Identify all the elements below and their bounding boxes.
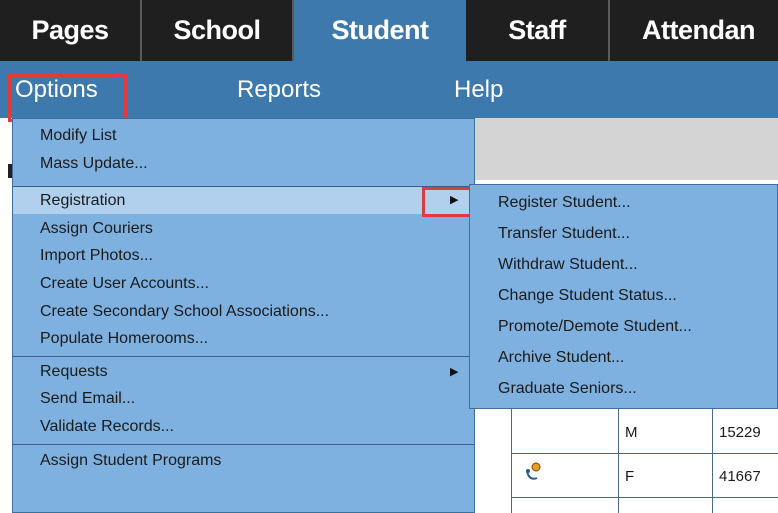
menu-item-populate-homerooms[interactable]: Populate Homerooms... <box>13 325 474 352</box>
menu-item-label: Promote/Demote Student... <box>498 317 692 335</box>
menu-item-mass-update[interactable]: Mass Update... <box>13 150 474 177</box>
menu-help[interactable]: Help <box>454 61 503 118</box>
menu-item-label: Transfer Student... <box>498 224 630 242</box>
menu-item-label: Change Student Status... <box>498 286 677 304</box>
menu-reports[interactable]: Reports <box>237 61 321 118</box>
menu-item-modify-list[interactable]: Modify List <box>13 122 474 149</box>
tab-staff-label: Staff <box>508 15 566 45</box>
menu-item-label: Create User Accounts... <box>40 274 209 292</box>
menu-item-withdraw-student[interactable]: Withdraw Student... <box>470 251 777 278</box>
menu-help-label: Help <box>454 75 504 103</box>
menu-item-label: Send Email... <box>40 389 136 407</box>
menu-item-create-secondary-school-associations[interactable]: Create Secondary School Associations... <box>13 298 474 325</box>
menu-item-label: Withdraw Student... <box>498 255 638 273</box>
table-cell-gender: F <box>625 468 635 485</box>
menu-separator <box>13 444 474 445</box>
submenu-arrow-icon: ▶ <box>450 366 459 378</box>
menu-item-label: Registration <box>40 191 126 209</box>
tab-attendance-label: Attendan <box>642 15 756 45</box>
table-cell-id: 15229 <box>719 424 761 441</box>
tab-student-label: Student <box>331 15 430 45</box>
tab-attendance[interactable]: Attendan <box>610 0 778 61</box>
menu-item-label: Mass Update... <box>40 154 148 172</box>
menu-item-label: Graduate Seniors... <box>498 379 637 397</box>
menu-item-assign-student-programs[interactable]: Assign Student Programs <box>13 447 474 474</box>
menu-item-label: Requests <box>40 362 108 380</box>
menu-item-assign-couriers[interactable]: Assign Couriers <box>13 215 474 242</box>
menu-item-registration[interactable]: Registration ▶ <box>13 187 474 214</box>
menu-item-import-photos[interactable]: Import Photos... <box>13 242 474 269</box>
tab-school[interactable]: School <box>142 0 294 61</box>
student-status-icon <box>526 462 541 480</box>
table-divider <box>511 453 778 454</box>
menu-item-send-email[interactable]: Send Email... <box>13 385 474 412</box>
top-tab-bar: Pages School Student Staff Attendan <box>0 0 778 61</box>
tab-staff[interactable]: Staff <box>466 0 610 61</box>
menu-item-requests[interactable]: Requests ▶ <box>13 358 474 385</box>
menu-item-label: Archive Student... <box>498 348 625 366</box>
menu-item-label: Validate Records... <box>40 417 174 435</box>
submenu-arrow-highlight-box <box>422 187 472 217</box>
menu-item-label: Register Student... <box>498 193 631 211</box>
menu-reports-label: Reports <box>237 75 322 103</box>
menu-item-create-user-accounts[interactable]: Create User Accounts... <box>13 270 474 297</box>
menu-item-promote-demote-student[interactable]: Promote/Demote Student... <box>470 313 777 340</box>
tab-school-label: School <box>173 15 261 45</box>
menu-item-graduate-seniors[interactable]: Graduate Seniors... <box>470 375 777 402</box>
background-panel <box>475 118 778 180</box>
menu-separator <box>13 356 474 357</box>
menu-item-label: Assign Student Programs <box>40 451 222 469</box>
menu-item-label: Assign Couriers <box>40 219 153 237</box>
menu-item-transfer-student[interactable]: Transfer Student... <box>470 220 777 247</box>
table-cell-id: 41667 <box>719 468 761 485</box>
menu-item-validate-records[interactable]: Validate Records... <box>13 413 474 440</box>
menu-item-label: Modify List <box>40 126 117 144</box>
background-table: M 15229 F 41667 <box>475 409 778 513</box>
tab-pages[interactable]: Pages <box>0 0 142 61</box>
registration-submenu: Register Student... Transfer Student... … <box>469 184 778 409</box>
tab-student[interactable]: Student <box>294 0 466 61</box>
table-cell-gender: M <box>625 424 638 441</box>
menu-item-register-student[interactable]: Register Student... <box>470 189 777 216</box>
menu-item-label: Populate Homerooms... <box>40 329 209 347</box>
options-highlight-box <box>8 74 127 122</box>
tab-pages-label: Pages <box>31 15 109 45</box>
menu-item-archive-student[interactable]: Archive Student... <box>470 344 777 371</box>
options-dropdown: Modify List Mass Update... Registration … <box>12 118 475 513</box>
menu-item-change-student-status[interactable]: Change Student Status... <box>470 282 777 309</box>
menu-item-label: Create Secondary School Associations... <box>40 302 330 320</box>
table-divider <box>511 497 778 498</box>
menu-item-label: Import Photos... <box>40 246 153 264</box>
